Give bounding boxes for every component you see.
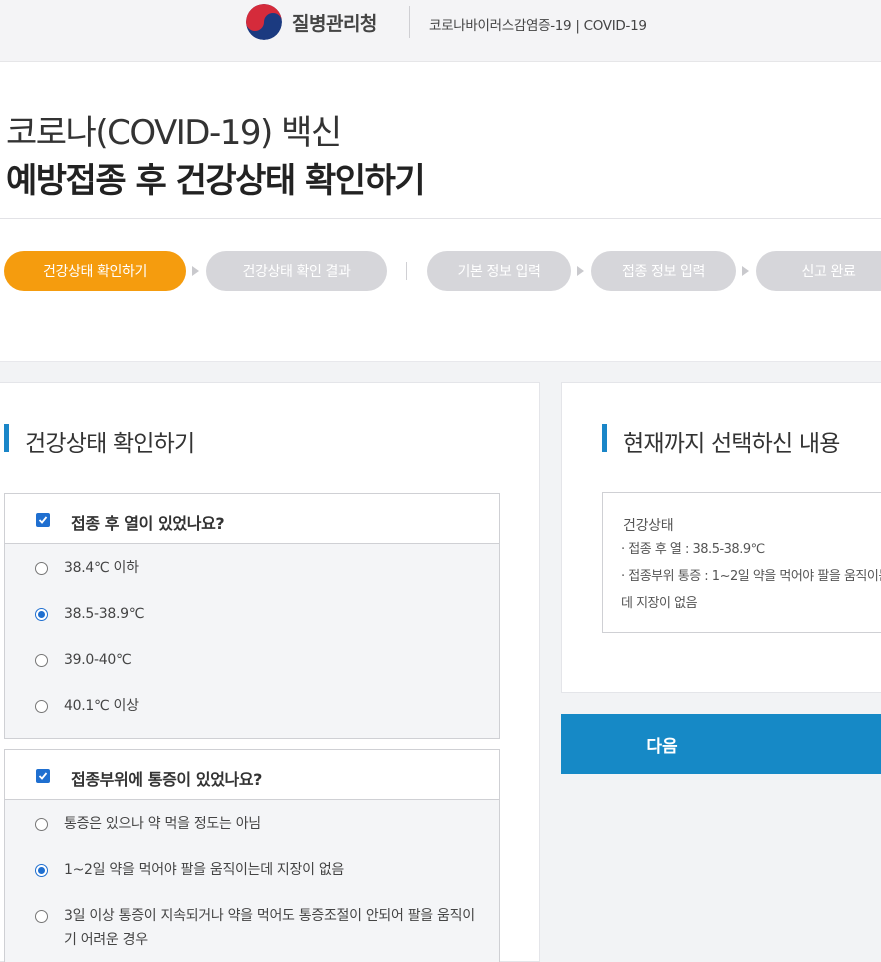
step-basic-info: 기본 정보 입력: [427, 251, 571, 291]
kdca-logo-icon[interactable]: [246, 4, 282, 40]
summary-box: 건강상태 · 접종 후 열 : 38.5-38.9℃ · 접종부위 통증 : 1…: [602, 492, 881, 633]
option-label: 38.4℃ 이하: [64, 560, 139, 576]
summary-item-fever: · 접종 후 열 : 38.5-38.9℃: [621, 542, 765, 557]
option-label: 40.1℃ 이상: [64, 698, 139, 714]
section-marker: [602, 424, 607, 452]
step-arrow-icon: [577, 266, 584, 276]
radio-button[interactable]: [35, 562, 48, 575]
radio-button[interactable]: [35, 910, 48, 923]
page-title-line2: 예방접종 후 건강상태 확인하기: [6, 161, 426, 201]
option-pain-3-days-or-more[interactable]: 3일 이상 통증이 지속되거나 약을 먹어도 통증조절이 안되어 팔을 움직이기…: [35, 908, 485, 952]
question-checkbox[interactable]: [36, 513, 50, 527]
question-fever: 접종 후 열이 있었나요? 38.4℃ 이하 38.5-38.9℃ 39.0-4…: [4, 493, 500, 739]
step-health-result: 건강상태 확인 결과: [206, 251, 387, 291]
step-health-check: 건강상태 확인하기: [4, 251, 186, 291]
radio-button[interactable]: [35, 818, 48, 831]
summary-category: 건강상태: [623, 518, 674, 534]
next-button[interactable]: 다음: [561, 714, 881, 774]
page-title-line1: 코로나(COVID-19) 백신: [6, 113, 342, 153]
question-header: 접종 후 열이 있었나요?: [5, 494, 499, 544]
radio-button-selected[interactable]: [35, 864, 48, 877]
question-checkbox[interactable]: [36, 769, 50, 783]
option-label: 1~2일 약을 먹어야 팔을 움직이는데 지장이 없음: [64, 862, 344, 878]
section-title-health-check: 건강상태 확인하기: [25, 431, 195, 457]
org-name[interactable]: 질병관리청: [292, 9, 377, 36]
option-fever-below-38-4[interactable]: 38.4℃ 이하: [35, 560, 139, 580]
option-fever-38-5-38-9[interactable]: 38.5-38.9℃: [35, 606, 144, 626]
option-pain-medication-1-2-days[interactable]: 1~2일 약을 먹어야 팔을 움직이는데 지장이 없음: [35, 862, 344, 882]
header-divider: [409, 6, 410, 38]
radio-button-selected[interactable]: [35, 608, 48, 621]
radio-button[interactable]: [35, 700, 48, 713]
option-label: 3일 이상 통증이 지속되거나 약을 먹어도 통증조절이 안되어 팔을 움직이기…: [64, 908, 475, 948]
step-arrow-icon: [192, 266, 199, 276]
header-topic[interactable]: 코로나바이러스감염증-19 | COVID-19: [429, 14, 647, 34]
section-marker: [4, 424, 9, 452]
question-text: 접종 후 열이 있었나요?: [71, 514, 225, 533]
option-label: 통증은 있으나 약 먹을 정도는 아님: [64, 816, 261, 832]
step-report-complete: 신고 완료: [756, 251, 881, 291]
option-label: 39.0-40℃: [64, 652, 132, 668]
radio-button[interactable]: [35, 654, 48, 667]
section-title-summary: 현재까지 선택하신 내용: [623, 431, 840, 457]
question-text: 접종부위에 통증이 있었나요?: [71, 770, 263, 789]
option-fever-above-40-1[interactable]: 40.1℃ 이상: [35, 698, 139, 718]
site-header: 질병관리청 코로나바이러스감염증-19 | COVID-19: [0, 0, 881, 62]
option-label: 38.5-38.9℃: [64, 606, 145, 622]
option-pain-mild[interactable]: 통증은 있으나 약 먹을 정도는 아님: [35, 816, 261, 836]
step-separator: [406, 262, 407, 280]
title-divider: [0, 218, 881, 219]
question-header: 접종부위에 통증이 있었나요?: [5, 750, 499, 800]
question-injection-site-pain: 접종부위에 통증이 있었나요? 통증은 있으나 약 먹을 정도는 아님 1~2일…: [4, 749, 500, 962]
option-fever-39-40[interactable]: 39.0-40℃: [35, 652, 132, 672]
step-arrow-icon: [742, 266, 749, 276]
summary-item-pain: · 접종부위 통증 : 1~2일 약을 먹어야 팔을 움직이는데 지장이 없음: [621, 569, 881, 611]
step-vaccination-info: 접종 정보 입력: [591, 251, 736, 291]
